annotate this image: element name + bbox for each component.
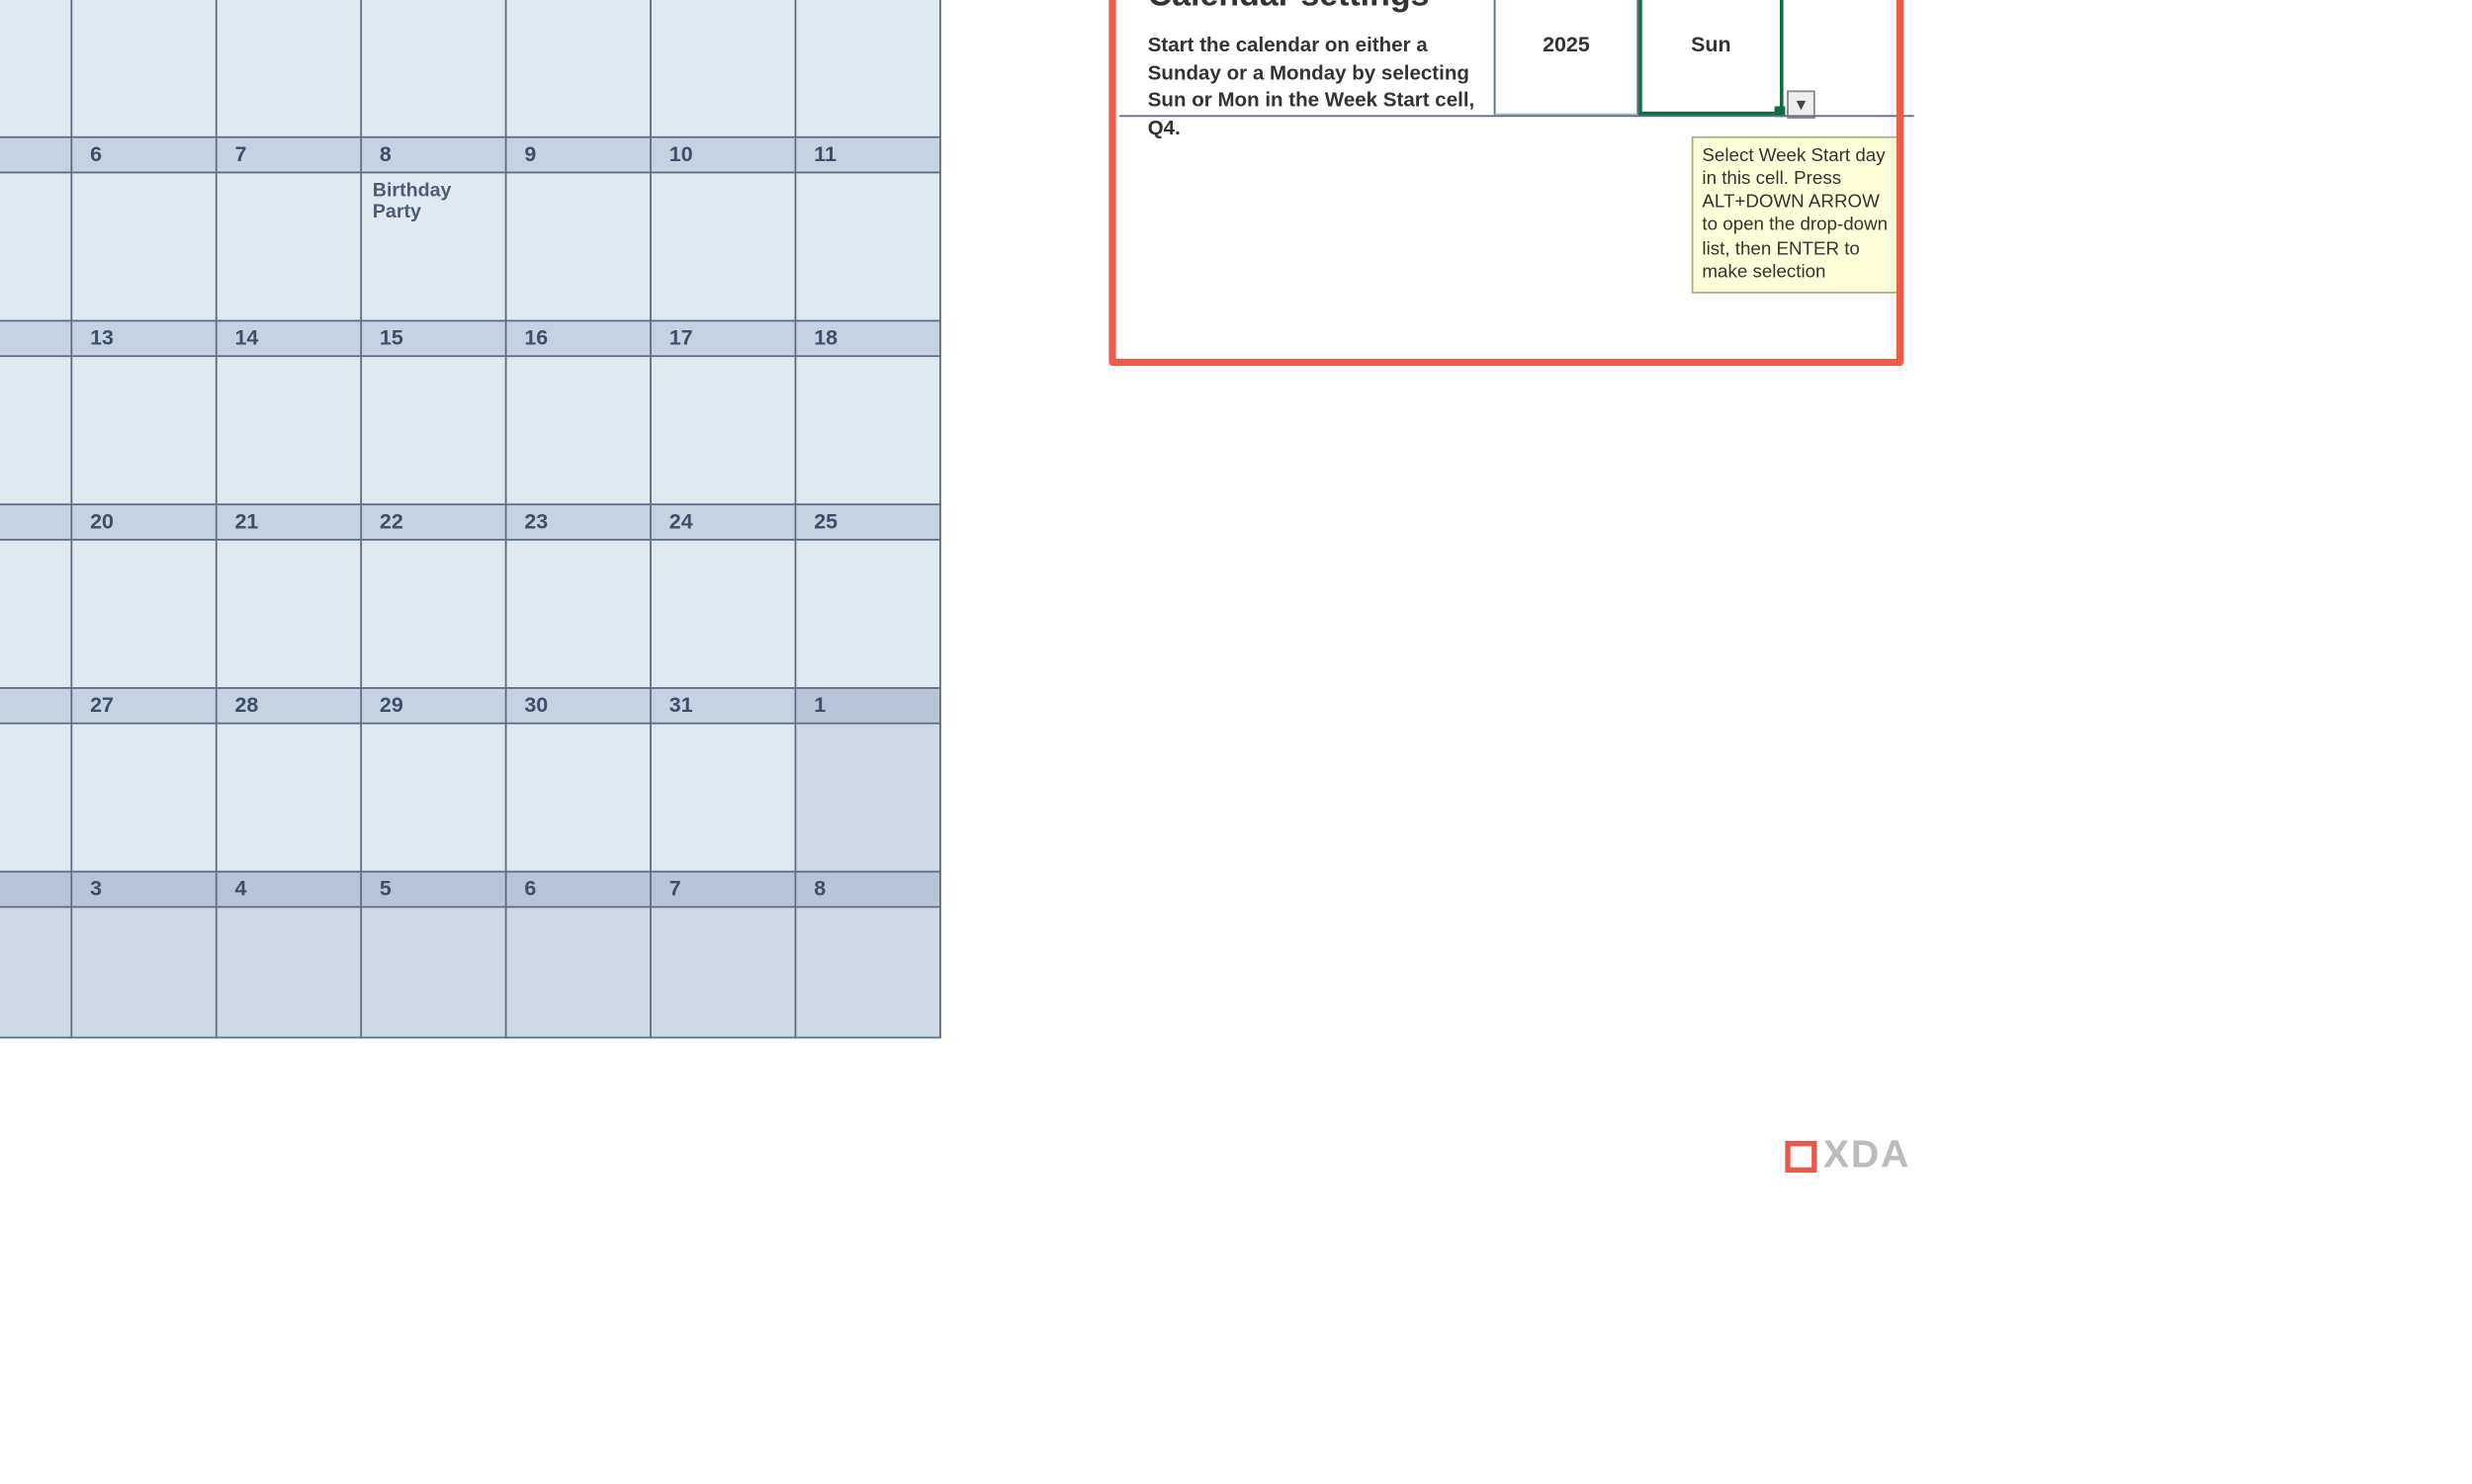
calendar-day-body[interactable] bbox=[795, 355, 939, 503]
calendar-day-body[interactable] bbox=[361, 723, 505, 871]
calendar-day-number[interactable]: 24 bbox=[651, 503, 795, 539]
calendar-day-number[interactable]: 8 bbox=[361, 136, 505, 172]
calendar-day-number[interactable]: 28 bbox=[217, 687, 361, 723]
calendar-day-number[interactable]: 1 bbox=[795, 687, 939, 723]
calendar-day-body[interactable] bbox=[0, 906, 71, 1036]
calendar-day-number[interactable]: 2 bbox=[0, 871, 71, 907]
calendar-day-body[interactable] bbox=[506, 906, 651, 1036]
calendar-day-number[interactable]: 18 bbox=[795, 320, 939, 356]
calendar-day-number[interactable]: 17 bbox=[651, 320, 795, 356]
calendar-day-body[interactable] bbox=[71, 906, 216, 1036]
calendar-day-number[interactable]: 7 bbox=[217, 136, 361, 172]
settings-body: Start the calendar on either a Sunday or… bbox=[1148, 34, 1483, 143]
calendar-day-number[interactable]: 6 bbox=[506, 871, 651, 907]
sheet-area[interactable]: 2025 JANUARY < DECEMBER > FEBRUARY 56789… bbox=[0, 0, 1928, 1188]
calendar-day-number[interactable]: 30 bbox=[506, 687, 651, 723]
calendar-day-number[interactable]: 20 bbox=[71, 503, 216, 539]
calendar-day-body[interactable] bbox=[795, 539, 939, 687]
calendar-day-body[interactable] bbox=[506, 355, 651, 503]
calendar-day-body[interactable] bbox=[217, 723, 361, 871]
calendar-day-number[interactable]: 10 bbox=[651, 136, 795, 172]
calendar-day-number[interactable]: 23 bbox=[506, 503, 651, 539]
calendar-day-number[interactable]: 19 bbox=[0, 503, 71, 539]
calendar-day-body[interactable] bbox=[506, 539, 651, 687]
calendar-day-body[interactable]: Birthday Party bbox=[361, 172, 505, 320]
calendar-day-body[interactable] bbox=[217, 172, 361, 320]
calendar-day-body[interactable] bbox=[217, 906, 361, 1036]
calendar-day-number[interactable]: 9 bbox=[506, 136, 651, 172]
calendar-day-body[interactable] bbox=[0, 723, 71, 871]
calendar-day-number[interactable]: 14 bbox=[217, 320, 361, 356]
calendar-day-number[interactable]: 12 bbox=[0, 320, 71, 356]
watermark: XDA bbox=[1785, 1132, 1911, 1178]
cell-tooltip: Select Week Start day in this cell. Pres… bbox=[1692, 136, 1900, 293]
calendar-day-number[interactable]: 3 bbox=[71, 871, 216, 907]
calendar-day-number[interactable]: 31 bbox=[651, 687, 795, 723]
calendar-day-body[interactable] bbox=[0, 355, 71, 503]
calendar-day-body[interactable] bbox=[795, 723, 939, 871]
calendar-day-body[interactable] bbox=[795, 906, 939, 1036]
calendar-day-body[interactable] bbox=[795, 172, 939, 320]
calendar-day-number[interactable]: 22 bbox=[361, 503, 505, 539]
calendar-day-body[interactable] bbox=[651, 539, 795, 687]
calendar-day-number[interactable]: 6 bbox=[71, 136, 216, 172]
calendar-day-body[interactable] bbox=[71, 539, 216, 687]
calendar-day-body[interactable] bbox=[217, 355, 361, 503]
settings-title: Calendar settings bbox=[1148, 0, 1430, 16]
calendar-day-number[interactable]: 7 bbox=[651, 871, 795, 907]
calendar-day-number[interactable]: 8 bbox=[795, 871, 939, 907]
spreadsheet-grid[interactable]: ABCDEFGHIJKLMNOPQR 45678910111213141516 … bbox=[0, 0, 1928, 1188]
calendar-day-number[interactable]: 25 bbox=[795, 503, 939, 539]
weekstart-cell[interactable]: Sun bbox=[1638, 0, 1783, 115]
calendar-day-body[interactable] bbox=[217, 539, 361, 687]
calendar-day-number[interactable]: 15 bbox=[361, 320, 505, 356]
calendar-day-number[interactable]: 13 bbox=[71, 320, 216, 356]
calendar-day-body[interactable] bbox=[361, 355, 505, 503]
calendar-day-number[interactable]: 29 bbox=[361, 687, 505, 723]
calendar-day-number[interactable]: 27 bbox=[71, 687, 216, 723]
calendar-day-body[interactable] bbox=[361, 906, 505, 1036]
calendar-day-body[interactable] bbox=[71, 723, 216, 871]
calendar-day-body[interactable] bbox=[651, 906, 795, 1036]
calendar-day-body[interactable] bbox=[361, 539, 505, 687]
calendar-day-number[interactable]: 21 bbox=[217, 503, 361, 539]
calendar-day-body[interactable] bbox=[506, 723, 651, 871]
calendar-day-number[interactable]: 5 bbox=[0, 136, 71, 172]
calendar-day-body[interactable] bbox=[651, 723, 795, 871]
calendar-day-number[interactable]: 5 bbox=[361, 871, 505, 907]
calendar-day-body[interactable] bbox=[651, 355, 795, 503]
calendar-day-body[interactable] bbox=[0, 172, 71, 320]
calendar-day-body[interactable] bbox=[71, 355, 216, 503]
calendar-day-body[interactable] bbox=[71, 172, 216, 320]
calendar-day-body[interactable] bbox=[0, 539, 71, 687]
calendar-day-body[interactable] bbox=[651, 172, 795, 320]
settings-year-cell[interactable]: 2025 bbox=[1494, 0, 1638, 115]
calendar-day-body[interactable] bbox=[506, 172, 651, 320]
calendar-day-number[interactable]: 11 bbox=[795, 136, 939, 172]
calendar-day-number[interactable]: 26 bbox=[0, 687, 71, 723]
calendar-day-number[interactable]: 16 bbox=[506, 320, 651, 356]
calendar-day-number[interactable]: 4 bbox=[217, 871, 361, 907]
calendar-grid[interactable]: 567891011Birthday Party12131415161718192… bbox=[0, 0, 941, 1037]
